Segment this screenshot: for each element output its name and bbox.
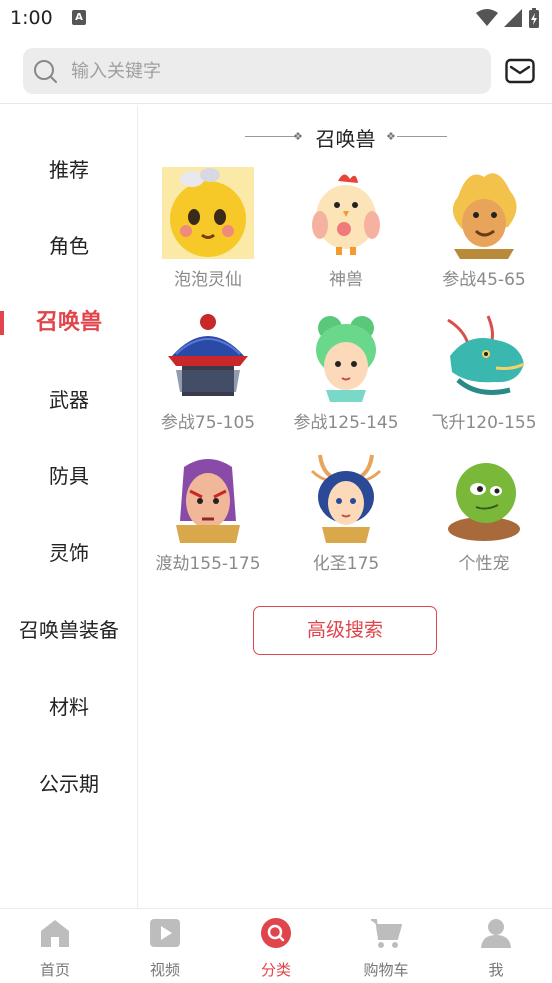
green-hair-girl-icon [300,310,392,402]
search-header [0,38,552,104]
sidebar-item-label: 灵饰 [49,541,89,565]
video-play-icon [150,919,180,947]
sidebar-item-label: 召唤兽 [35,310,102,335]
grid-item-battle-45-65[interactable]: 参战45-65 [415,167,552,297]
item-label: 参战125-145 [293,413,399,433]
active-indicator [0,311,4,335]
tab-label: 购物车 [363,961,409,979]
bottom-navigation: 首页 视频 分类 购物车 我 [0,908,552,983]
sidebar-item-accessory[interactable]: 灵饰 [0,523,138,583]
masked-warrior-icon [162,451,254,543]
sidebar-item-recommend[interactable]: 推荐 [0,140,138,200]
tab-category[interactable]: 分类 [221,909,331,983]
category-search-icon [261,918,291,948]
sidebar-item-label: 推荐 [49,158,89,182]
battery-charging-icon [529,8,539,28]
section-heading: ❖ 召唤兽 ❖ [139,121,552,151]
item-label: 参战45-65 [442,270,526,290]
grid-item-ascend-120-155[interactable]: 飞升120-155 [415,310,552,440]
item-label: 飞升120-155 [431,413,537,433]
advanced-search-button[interactable]: 高级搜索 [253,606,437,655]
sidebar-item-armor[interactable]: 防具 [0,446,138,506]
item-label: 化圣175 [312,554,380,574]
horned-girl-icon [300,451,392,543]
hat-warrior-icon [162,310,254,402]
grid-item-battle-125-145[interactable]: 参战125-145 [277,310,415,440]
sidebar-item-role[interactable]: 角色 [0,216,138,276]
tab-label: 分类 [260,961,291,979]
tab-home[interactable]: 首页 [0,909,110,983]
item-label: 神兽 [329,270,363,290]
sidebar-item-label: 材料 [49,695,89,719]
grid-item-sanctify-175[interactable]: 化圣175 [277,451,415,581]
dragon-icon [438,310,530,402]
sidebar-item-label: 角色 [49,234,89,258]
sidebar-item-materials[interactable]: 材料 [0,677,138,737]
sidebar-item-label: 公示期 [39,772,99,796]
tab-label: 视频 [149,961,180,979]
category-content: ❖ 召唤兽 ❖ 泡泡灵仙 神兽 参战45-65 参战75-105 参战125-1… [139,105,552,908]
sidebar-item-public-period[interactable]: 公示期 [0,754,138,814]
divider-line [397,136,447,137]
tab-video[interactable]: 视频 [110,909,220,983]
search-icon [34,60,57,83]
item-label: 参战75-105 [160,413,256,433]
cellular-signal-icon [504,9,522,27]
golden-monkey-icon [438,167,530,259]
turtle-icon [438,451,530,543]
sidebar-item-beast-equipment[interactable]: 召唤兽装备 [0,600,138,660]
status-bar: 1:00 A [0,0,552,38]
notification-app-icon: A [72,10,86,25]
grid-item-bubble-spirit[interactable]: 泡泡灵仙 [139,167,277,297]
message-mail-icon[interactable] [505,58,535,84]
chicken-beast-icon [300,167,392,259]
item-label: 个性宠 [458,554,510,574]
tab-shopping-cart[interactable]: 购物车 [331,909,441,983]
shopping-cart-icon [371,919,402,948]
grid-item-personal-pet[interactable]: 个性宠 [415,451,552,581]
status-time: 1:00 [10,7,53,29]
search-input[interactable] [71,48,471,94]
category-sidebar: 推荐 角色 召唤兽 武器 防具 灵饰 召唤兽装备 材料 公示期 [0,105,138,908]
sidebar-item-label: 召唤兽装备 [19,618,119,642]
home-icon [41,920,69,947]
tab-label: 我 [488,961,504,979]
section-title: 召唤兽 [315,127,376,151]
sidebar-item-summon-beast[interactable]: 召唤兽 [0,293,138,353]
user-profile-icon [481,919,511,948]
sidebar-item-weapon[interactable]: 武器 [0,370,138,430]
item-label: 泡泡灵仙 [174,270,242,290]
wifi-icon [476,9,498,26]
tab-label: 首页 [39,961,70,979]
sidebar-item-label: 武器 [49,388,89,412]
grid-item-divine-beast[interactable]: 神兽 [277,167,415,297]
grid-item-tribulation-155-175[interactable]: 渡劫155-175 [139,451,277,581]
bubble-spirit-icon [162,167,254,259]
sidebar-item-label: 防具 [49,464,89,488]
search-box[interactable] [23,48,491,94]
status-indicators [476,8,540,28]
grid-item-battle-75-105[interactable]: 参战75-105 [139,310,277,440]
tab-profile[interactable]: 我 [441,909,551,983]
item-label: 渡劫155-175 [155,554,261,574]
diamond-ornament-icon: ❖ [386,130,396,143]
